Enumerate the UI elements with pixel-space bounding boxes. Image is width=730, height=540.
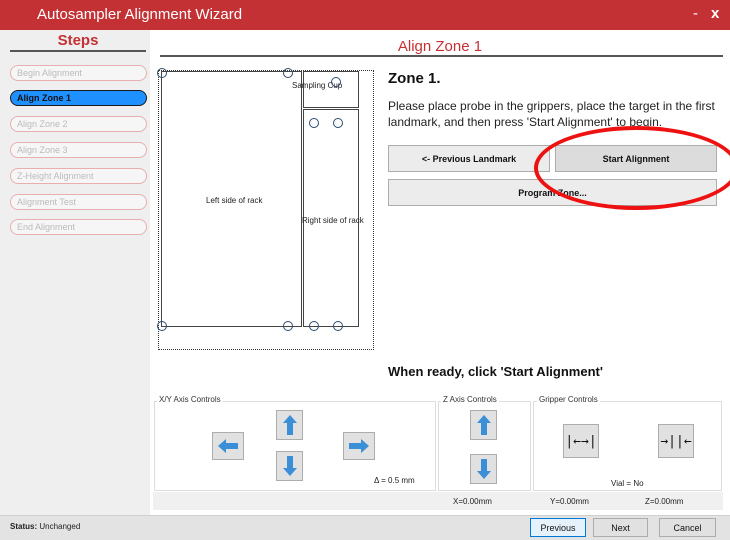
status-text: Status: Unchanged — [10, 522, 80, 531]
previous-landmark-button[interactable]: <- Previous Landmark — [388, 145, 550, 172]
ready-prompt: When ready, click 'Start Alignment' — [388, 364, 603, 379]
move-y-up-button[interactable] — [276, 410, 303, 440]
step-align-zone-1[interactable]: Align Zone 1 — [10, 90, 147, 106]
gripper-open-icon: |←→| — [565, 433, 597, 449]
header-divider — [160, 55, 723, 57]
start-alignment-button[interactable]: Start Alignment — [555, 145, 717, 172]
vial-status-text: Vial = No — [611, 479, 644, 488]
arrow-up-icon — [476, 415, 491, 435]
zone-title: Zone 1. — [388, 70, 441, 87]
cancel-button[interactable]: Cancel — [659, 518, 716, 537]
arrow-down-icon — [282, 456, 297, 476]
xy-axis-controls-label: X/Y Axis Controls — [157, 395, 223, 404]
gripper-controls-label: Gripper Controls — [537, 395, 600, 404]
step-alignment-test[interactable]: Alignment Test — [10, 194, 147, 210]
move-y-down-button[interactable] — [276, 451, 303, 481]
landmark-circle[interactable] — [309, 118, 319, 128]
z-axis-controls-label: Z Axis Controls — [441, 395, 499, 404]
landmark-circle[interactable] — [157, 321, 167, 331]
rack-right-label: Right side of rack — [302, 216, 364, 225]
landmark-circle[interactable] — [333, 321, 343, 331]
move-z-down-button[interactable] — [470, 454, 497, 484]
minimize-button[interactable]: - — [693, 5, 698, 22]
z-coordinate: Z=0.00mm — [645, 497, 684, 506]
window-title: Autosampler Alignment Wizard — [37, 6, 243, 23]
arrow-up-icon — [282, 415, 297, 435]
instructions-text: Please place probe in the grippers, plac… — [388, 99, 715, 129]
sampling-cup-circle[interactable] — [331, 77, 341, 87]
step-size-text: Δ = 0.5 mm — [374, 476, 415, 485]
step-align-zone-3[interactable]: Align Zone 3 — [10, 142, 147, 158]
step-begin-alignment[interactable]: Begin Alignment — [10, 65, 147, 81]
landmark-circle[interactable] — [283, 321, 293, 331]
rack-diagram: Left side of rack Sampling Cup Right sid… — [157, 68, 374, 350]
page-title: Align Zone 1 — [397, 38, 483, 55]
step-end-alignment[interactable]: End Alignment — [10, 219, 147, 235]
y-coordinate: Y=0.00mm — [550, 497, 589, 506]
close-button[interactable]: x — [711, 5, 719, 22]
move-x-right-button[interactable] — [343, 432, 375, 460]
move-z-up-button[interactable] — [470, 410, 497, 440]
steps-header: Steps — [57, 32, 99, 49]
step-z-height-alignment[interactable]: Z-Height Alignment — [10, 168, 147, 184]
arrow-right-icon — [349, 439, 369, 453]
rack-left-side: Left side of rack — [161, 71, 302, 327]
arrow-down-icon — [476, 459, 491, 479]
landmark-circle[interactable] — [309, 321, 319, 331]
gripper-close-button[interactable]: →||← — [658, 424, 694, 458]
landmark-circle[interactable] — [333, 118, 343, 128]
sampling-cup-area: Sampling Cup — [292, 71, 359, 108]
previous-button[interactable]: Previous — [530, 518, 586, 537]
title-bar: Autosampler Alignment Wizard - x — [0, 0, 730, 30]
step-align-zone-2[interactable]: Align Zone 2 — [10, 116, 147, 132]
landmark-circle[interactable] — [283, 68, 293, 78]
rack-right-side: Right side of rack — [302, 109, 364, 327]
status-value: Unchanged — [39, 522, 81, 531]
gripper-close-icon: →||← — [660, 433, 692, 449]
steps-divider — [10, 50, 146, 52]
status-label: Status: — [10, 522, 38, 531]
rack-left-label: Left side of rack — [206, 196, 263, 205]
coordinates-bar — [153, 492, 723, 510]
program-zone-button[interactable]: Program Zone... — [388, 179, 717, 206]
move-x-left-button[interactable] — [212, 432, 244, 460]
gripper-open-button[interactable]: |←→| — [563, 424, 599, 458]
arrow-left-icon — [218, 439, 238, 453]
landmark-circle[interactable] — [157, 68, 167, 78]
next-button[interactable]: Next — [593, 518, 648, 537]
x-coordinate: X=0.00mm — [453, 497, 492, 506]
